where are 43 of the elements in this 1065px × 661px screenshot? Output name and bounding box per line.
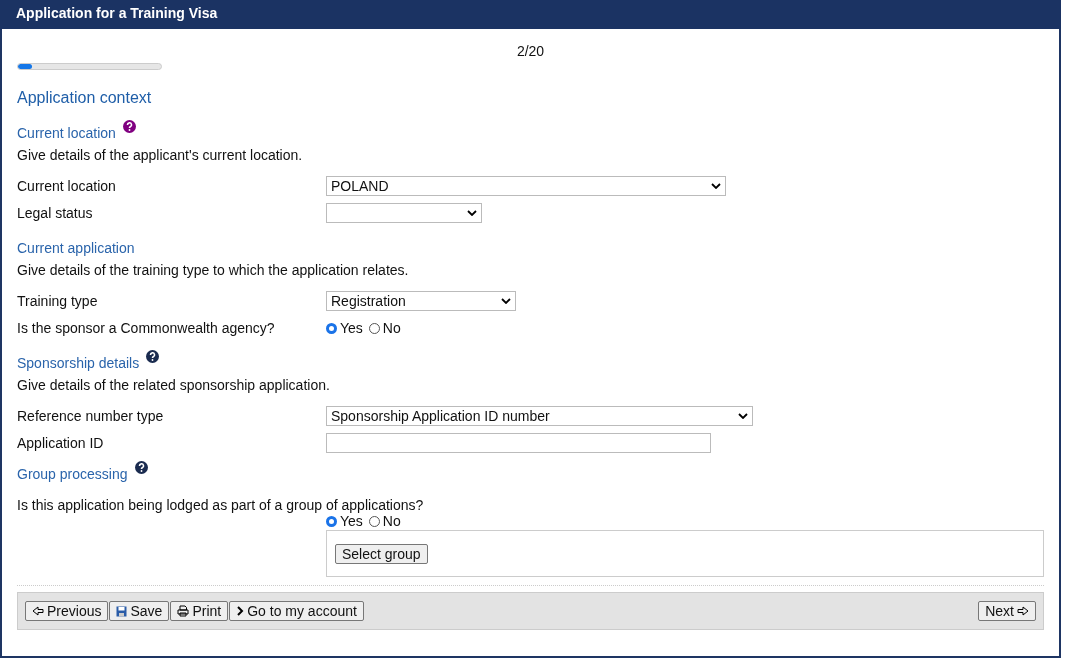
radio-option[interactable]: No: [368, 320, 401, 336]
section-heading: Current location: [17, 124, 116, 142]
chevron-down-icon: [467, 210, 477, 216]
dropdown-field[interactable]: Sponsorship Application ID number: [326, 406, 753, 426]
footer-button[interactable]: Print: [170, 601, 229, 621]
input-field[interactable]: [326, 433, 711, 453]
select-group-button[interactable]: Select group: [335, 543, 428, 564]
radio-option[interactable]: No: [368, 513, 401, 529]
right-arrow-icon: [1017, 606, 1029, 616]
help-icon[interactable]: [122, 120, 136, 133]
section-heading: Group processing: [17, 465, 128, 483]
next-button[interactable]: Next: [978, 601, 1036, 621]
section-description: Give details of the related sponsorship application.: [17, 376, 331, 394]
field-label: Legal status: [17, 205, 94, 221]
field-label: Is the sponsor a Commonwealth agency?: [17, 320, 276, 336]
section-description: Give details of the training type to which the application relates.: [17, 261, 410, 279]
window-title: Application for a Training Visa: [0, 0, 1061, 29]
radio-option[interactable]: Yes: [326, 513, 363, 529]
question-text: Is this application being lodged as part of a group of applications?: [17, 497, 425, 513]
dropdown-field[interactable]: Registration: [326, 291, 516, 311]
radio-option[interactable]: Yes: [326, 320, 363, 336]
footer-button[interactable]: Go to my account: [229, 601, 364, 621]
field-label: Reference number type: [17, 408, 165, 424]
page-heading: Application context: [17, 88, 153, 108]
field-label: Current location: [17, 178, 117, 194]
footer-button[interactable]: Previous: [25, 601, 109, 621]
chevron-down-icon: [711, 183, 721, 189]
chevron-right-icon: [236, 606, 245, 616]
field-label: Training type: [17, 293, 99, 309]
help-icon[interactable]: [134, 461, 148, 474]
printer-icon: [177, 605, 190, 617]
field-label: Application ID: [17, 435, 105, 451]
dropdown-field[interactable]: POLAND: [326, 176, 726, 196]
chevron-down-icon: [738, 413, 748, 419]
section-heading: Current application: [17, 239, 135, 257]
left-arrow-icon: [32, 606, 44, 616]
help-icon[interactable]: [146, 350, 160, 363]
section-heading: Sponsorship details: [17, 354, 140, 372]
step-counter: 2/20: [516, 43, 545, 59]
chevron-down-icon: [501, 298, 511, 304]
section-description: Give details of the applicant's current location.: [17, 146, 304, 164]
dropdown-field[interactable]: [326, 203, 482, 223]
footer-button[interactable]: Save: [109, 601, 170, 621]
